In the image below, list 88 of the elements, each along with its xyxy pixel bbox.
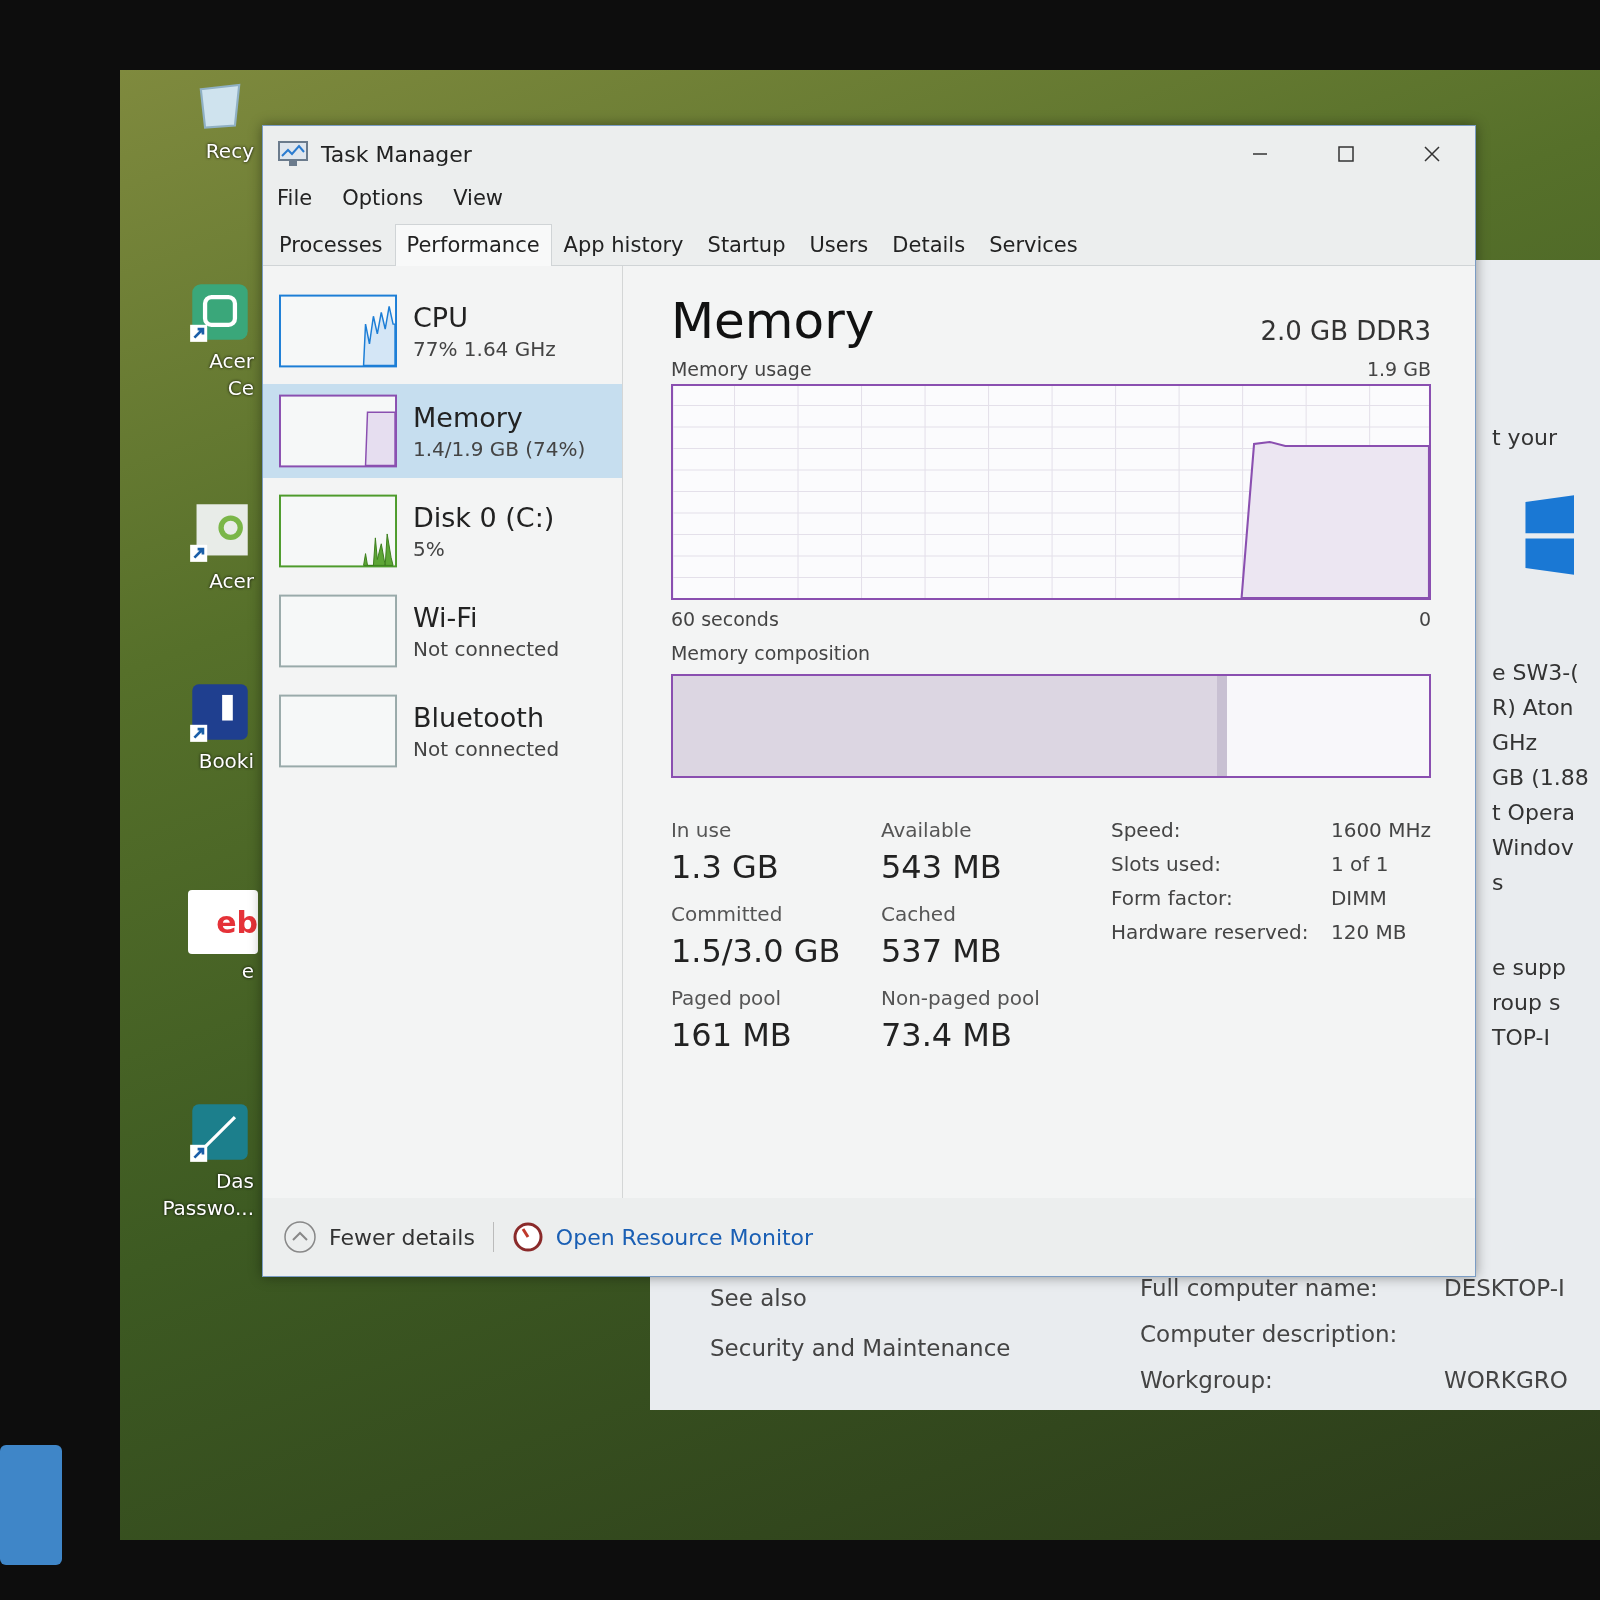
graph-label: Memory usage: [670, 358, 812, 380]
icon-label: Passwo...: [162, 1195, 255, 1222]
property-label: Slots used:: [1110, 852, 1222, 876]
resource-detail: Not connected: [413, 736, 560, 761]
section-heading: See also: [710, 1285, 808, 1311]
icon-label: Recy: [205, 138, 255, 165]
sidebar-item[interactable]: Memory 1.4/1.9 GB (74%): [263, 384, 622, 478]
info-text: t your: [1492, 425, 1559, 450]
time-axis-label: 60 seconds: [670, 608, 779, 630]
info-text: R) Aton: [1492, 695, 1575, 720]
menu-item[interactable]: View: [453, 186, 503, 210]
info-text: TOP-I: [1492, 1025, 1551, 1050]
resource-name: Wi-Fi: [413, 601, 479, 633]
fewer-details-button[interactable]: Fewer details: [279, 1216, 479, 1258]
info-text: GHz: [1492, 730, 1539, 755]
icon-label: e: [241, 958, 255, 985]
info-text: Windov: [1492, 835, 1575, 860]
tab[interactable]: Startup: [695, 224, 798, 265]
icon-label: Das: [215, 1168, 255, 1195]
field-value: DESKTOP-I: [1444, 1275, 1566, 1301]
resource-detail: Not connected: [413, 636, 560, 661]
resource-detail: 5%: [413, 536, 446, 561]
sidebar-item[interactable]: Bluetooth Not connected: [263, 684, 622, 778]
composition-label: Memory composition: [670, 642, 872, 664]
resource-name: CPU: [413, 301, 469, 333]
stat-value: 543 MB: [880, 848, 1003, 886]
property-value: 1 of 1: [1330, 852, 1390, 876]
resource-title: Memory: [670, 292, 875, 350]
field-value: WORKGRO: [1444, 1367, 1568, 1393]
stat-value: 537 MB: [880, 932, 1003, 970]
minimize-icon: [1253, 153, 1267, 155]
graph-max-label: 1.9 GB: [1367, 358, 1431, 380]
window-title: Task Manager: [321, 141, 472, 167]
icon-label: Acer: [209, 348, 255, 375]
field-label: Computer description:: [1140, 1321, 1399, 1347]
monitor-graph-icon: [277, 140, 309, 168]
stat-value: 1.5/3.0 GB: [670, 932, 842, 970]
property-value: DIMM: [1330, 886, 1388, 910]
resource-name: Disk 0 (C:): [413, 501, 555, 533]
tab[interactable]: App history: [551, 224, 696, 265]
info-text: roup s: [1492, 990, 1562, 1015]
sidebar-item[interactable]: Disk 0 (C:) 5%: [263, 484, 622, 578]
property-value: 120 MB: [1330, 920, 1408, 944]
maximize-icon: [1336, 144, 1356, 164]
stat-label: Paged pool: [670, 986, 783, 1010]
sidebar-item[interactable]: Wi-Fi Not connected: [263, 584, 622, 678]
resource-name: Bluetooth: [413, 701, 546, 733]
stat-label: Cached: [880, 902, 957, 926]
stat-label: Available: [880, 818, 973, 842]
stat-label: Committed: [670, 902, 784, 926]
stat-label: In use: [670, 818, 733, 842]
field-label: Full computer name:: [1140, 1275, 1379, 1301]
chevron-up-icon: [283, 1220, 317, 1254]
property-label: Speed:: [1110, 818, 1182, 842]
resource-name: Memory: [413, 401, 524, 433]
icon-label: Booki: [198, 748, 255, 775]
tab[interactable]: Details: [880, 224, 978, 265]
tab[interactable]: Users: [797, 224, 881, 265]
icon-label: Acer: [209, 568, 255, 595]
icon-label: Ce: [227, 375, 255, 402]
open-resource-monitor-link[interactable]: Open Resource Monitor: [507, 1217, 818, 1257]
menu-item[interactable]: File: [277, 186, 313, 210]
tab[interactable]: Services: [977, 224, 1090, 265]
resource-detail: 77% 1.64 GHz: [413, 336, 556, 361]
tab[interactable]: Processes: [267, 224, 395, 265]
property-label: Form factor:: [1110, 886, 1234, 910]
info-text: GB (1.88: [1492, 765, 1590, 790]
settings-link[interactable]: Security and Maintenance: [710, 1335, 1140, 1361]
stat-value: 161 MB: [670, 1016, 793, 1054]
resource-detail: 1.4/1.9 GB (74%): [413, 436, 586, 461]
stat-label: Non-paged pool: [880, 986, 1041, 1010]
info-text: e SW3-(: [1492, 660, 1580, 685]
stat-value: 1.3 GB: [670, 848, 780, 886]
property-label: Hardware reserved:: [1110, 920, 1310, 944]
info-text: s: [1492, 870, 1505, 895]
menu-item[interactable]: Options: [342, 186, 424, 210]
info-text: t Opera: [1492, 800, 1576, 825]
property-value: 1600 MHz: [1330, 818, 1431, 842]
close-icon: [1422, 144, 1442, 164]
time-axis-end: 0: [1418, 608, 1431, 630]
app-shortcut-icon[interactable]: eb: [188, 890, 258, 954]
gauge-icon: [511, 1221, 544, 1253]
sidebar-item[interactable]: CPU 77% 1.64 GHz: [263, 284, 622, 378]
memory-spec: 2.0 GB DDR3: [1260, 316, 1431, 348]
tab[interactable]: Performance: [394, 224, 552, 266]
info-text: e supp: [1492, 955, 1567, 980]
stat-value: 73.4 MB: [880, 1016, 1013, 1054]
field-label: Workgroup:: [1140, 1367, 1274, 1393]
